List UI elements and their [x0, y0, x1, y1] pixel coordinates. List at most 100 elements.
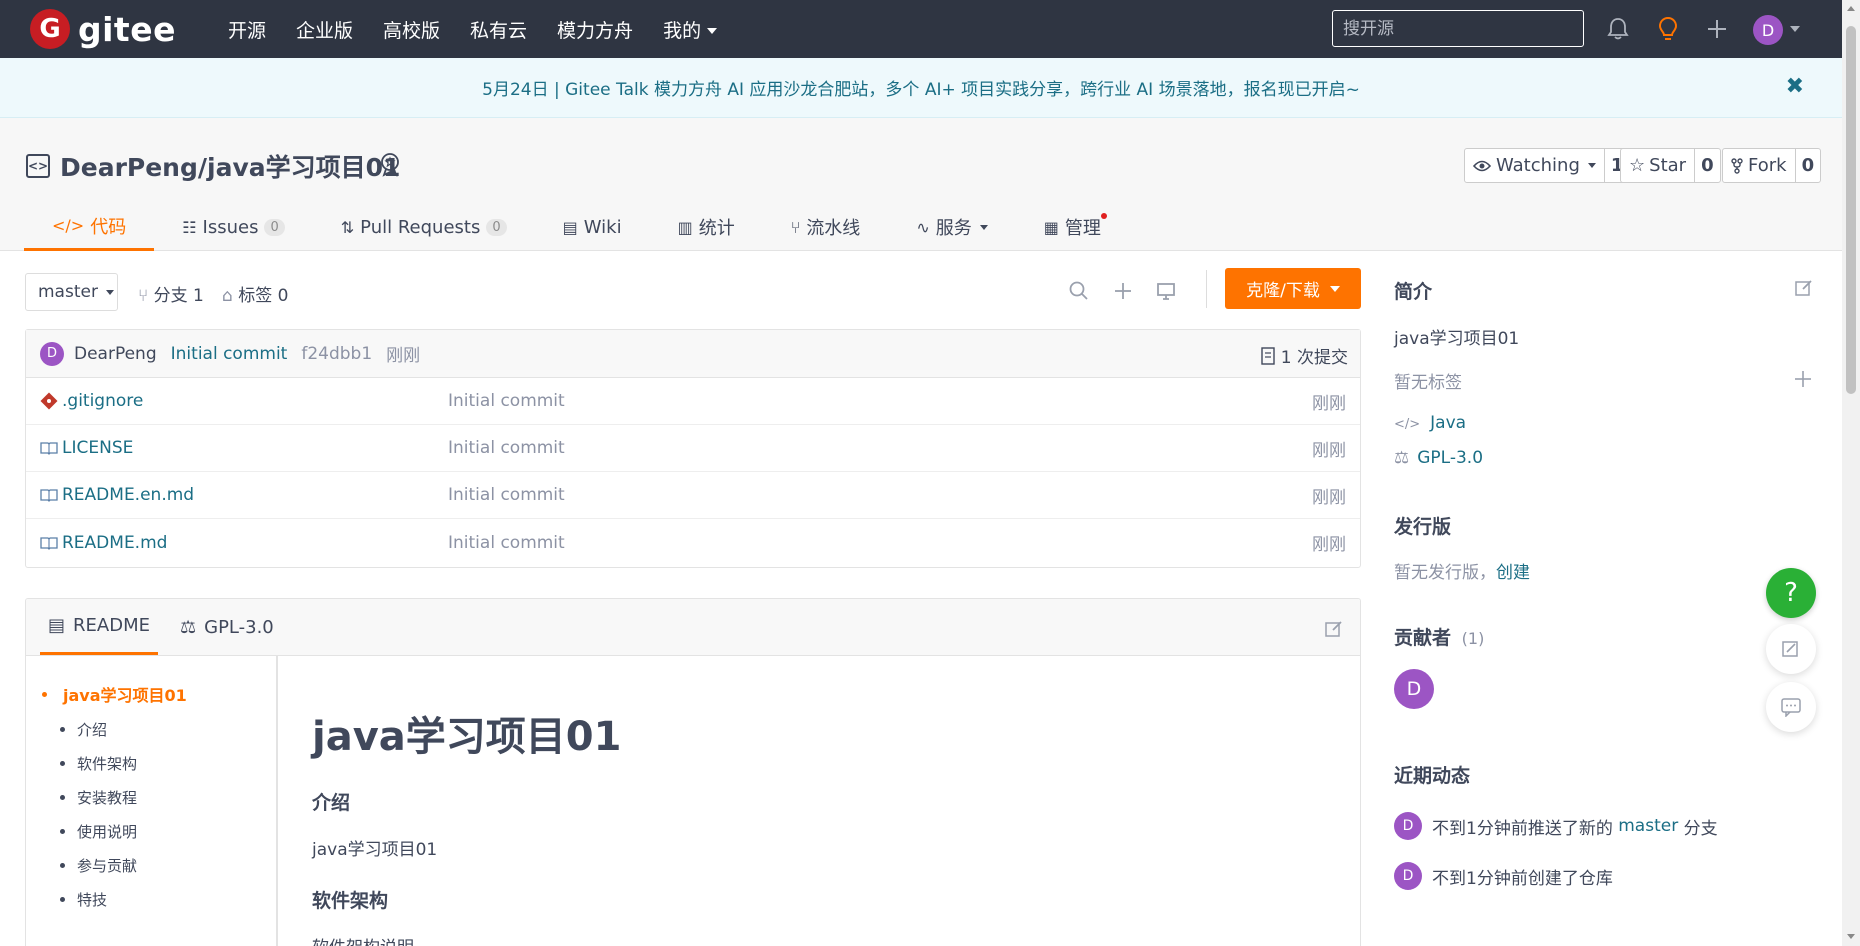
fork-button[interactable]: Fork: [1723, 149, 1796, 182]
tab-issues[interactable]: ☷ Issues 0: [154, 203, 313, 251]
commit-message[interactable]: Initial commit: [171, 344, 288, 364]
toc-item-label: java学习项目01: [63, 686, 187, 705]
nav-link-opensource[interactable]: 开源: [228, 16, 266, 43]
code-icon: </>: [52, 216, 85, 235]
contributors-title-label: 贡献者: [1394, 627, 1452, 649]
commit-time: 刚刚: [386, 346, 421, 366]
tab-code[interactable]: </> 代码: [24, 203, 155, 251]
tab-manage[interactable]: ▦ 管理: [1016, 203, 1129, 251]
monitor-icon[interactable]: [1155, 280, 1177, 302]
toc-item[interactable]: 介绍: [42, 719, 276, 740]
repo-title[interactable]: DearPeng/java学习项目01: [60, 148, 400, 184]
plus-icon[interactable]: [1794, 370, 1812, 388]
file-commit-message[interactable]: Initial commit: [448, 438, 565, 458]
tab-readme[interactable]: ▤ README: [40, 599, 158, 655]
branches-link[interactable]: ⑂ 分支 1: [138, 281, 204, 306]
wiki-book-icon: ▤: [562, 217, 578, 237]
bullet-icon: [60, 727, 65, 732]
gitee-logo[interactable]: G gitee: [30, 9, 176, 49]
toc-item[interactable]: 特技: [42, 889, 276, 910]
toc-item[interactable]: 参与贡献: [42, 855, 276, 876]
bell-icon[interactable]: [1605, 16, 1631, 42]
nav-link-moli[interactable]: 模力方舟: [557, 16, 633, 43]
star-icon: ☆: [1629, 155, 1646, 176]
plus-icon[interactable]: [1112, 280, 1134, 302]
file-name[interactable]: .gitignore: [62, 391, 143, 411]
tab-license[interactable]: ⚖ GPL-3.0: [172, 599, 282, 655]
chevron-down-icon[interactable]: [1790, 26, 1800, 32]
tab-readme-label: README: [73, 615, 150, 636]
plus-icon[interactable]: [1704, 16, 1730, 42]
lightbulb-icon[interactable]: [1655, 16, 1681, 42]
tab-stats[interactable]: ▥ 统计: [650, 203, 763, 251]
toc-item[interactable]: 使用说明: [42, 821, 276, 842]
fork-count[interactable]: 0: [1796, 149, 1821, 182]
branch-link[interactable]: master: [1618, 816, 1678, 836]
intro-title: 简介: [1394, 281, 1433, 303]
file-commit-message[interactable]: Initial commit: [448, 485, 565, 505]
tab-services[interactable]: ∿ 服务: [888, 203, 1015, 251]
fork-button-group: Fork 0: [1722, 148, 1822, 183]
feedback-button[interactable]: [1766, 624, 1816, 674]
star-button[interactable]: ☆ Star: [1621, 149, 1696, 182]
watch-label: Watching: [1496, 155, 1580, 176]
close-icon[interactable]: ✖: [1786, 74, 1804, 99]
toolbar-divider: [1206, 270, 1207, 308]
nav-link-enterprise[interactable]: 企业版: [296, 16, 353, 43]
star-count[interactable]: 0: [1695, 149, 1720, 182]
page-scrollbar[interactable]: [1842, 0, 1860, 946]
commit-count-link[interactable]: 1 次提交: [1260, 343, 1348, 368]
bullet-icon: [42, 691, 47, 697]
tab-license-label: GPL-3.0: [204, 616, 274, 638]
license-link[interactable]: ⚖ GPL-3.0: [1394, 448, 1483, 468]
scroll-down-icon[interactable]: [1847, 934, 1855, 939]
file-commit-message[interactable]: Initial commit: [448, 391, 565, 411]
toc-item-label: 软件架构: [77, 755, 138, 773]
language-link[interactable]: </> Java: [1394, 413, 1466, 433]
user-avatar[interactable]: D: [1753, 15, 1783, 45]
toc-item-label: 介绍: [77, 721, 108, 739]
avatar[interactable]: D: [40, 341, 64, 366]
chat-button[interactable]: [1766, 682, 1816, 732]
file-time: 刚刚: [1312, 393, 1346, 414]
toc-item[interactable]: java学习项目01: [42, 682, 276, 706]
search-icon[interactable]: [1068, 280, 1090, 302]
recommend-badge-icon[interactable]: [377, 151, 403, 177]
tab-wiki[interactable]: ▤ Wiki: [535, 203, 650, 251]
tab-pipeline[interactable]: ⑂ 流水线: [763, 203, 889, 251]
file-name[interactable]: README.en.md: [62, 485, 194, 505]
search-input[interactable]: [1332, 10, 1584, 47]
commit-author[interactable]: DearPeng: [74, 344, 157, 364]
tags-link[interactable]: ⌂ 标签 0: [222, 281, 288, 306]
bullet-icon: [60, 897, 65, 902]
file-name[interactable]: LICENSE: [62, 438, 133, 458]
contributor-avatar[interactable]: D: [1394, 669, 1434, 709]
edit-icon[interactable]: [1324, 619, 1344, 639]
tab-pull-requests[interactable]: ⇅ Pull Requests 0: [313, 203, 535, 251]
edit-icon[interactable]: [1794, 278, 1814, 298]
avatar[interactable]: D: [1394, 862, 1422, 890]
book-icon: [40, 489, 58, 502]
latest-commit-row: D DearPeng Initial commit f24dbb1 刚刚 1 次…: [26, 330, 1360, 378]
watch-button[interactable]: Watching: [1465, 149, 1605, 182]
nav-link-private-cloud[interactable]: 私有云: [470, 16, 527, 43]
branch-select[interactable]: master: [25, 273, 118, 311]
commit-hash[interactable]: f24dbb1: [301, 344, 372, 364]
nav-links: 开源 企业版 高校版 私有云 模力方舟 我的: [228, 16, 747, 43]
avatar[interactable]: D: [1394, 812, 1422, 840]
tab-issues-count: 0: [264, 218, 285, 236]
eye-icon: [1473, 160, 1491, 171]
clone-download-button[interactable]: 克隆/下载: [1225, 268, 1361, 309]
file-row: README.md Initial commit 刚刚: [26, 519, 1360, 566]
toc-item[interactable]: 软件架构: [42, 753, 276, 774]
toc-item[interactable]: 安装教程: [42, 787, 276, 808]
file-name[interactable]: README.md: [62, 533, 167, 553]
nav-link-mine[interactable]: 我的: [663, 16, 718, 43]
scroll-up-icon[interactable]: [1847, 6, 1855, 11]
announcement-link[interactable]: 5月24日 | Gitee Talk 模力方舟 AI 应用沙龙合肥站，多个 AI…: [482, 75, 1360, 100]
file-commit-message[interactable]: Initial commit: [448, 533, 565, 553]
scrollbar-thumb[interactable]: [1846, 26, 1856, 394]
create-release-link[interactable]: 创建: [1496, 563, 1530, 583]
nav-link-education[interactable]: 高校版: [383, 16, 440, 43]
help-button[interactable]: ?: [1766, 568, 1816, 618]
